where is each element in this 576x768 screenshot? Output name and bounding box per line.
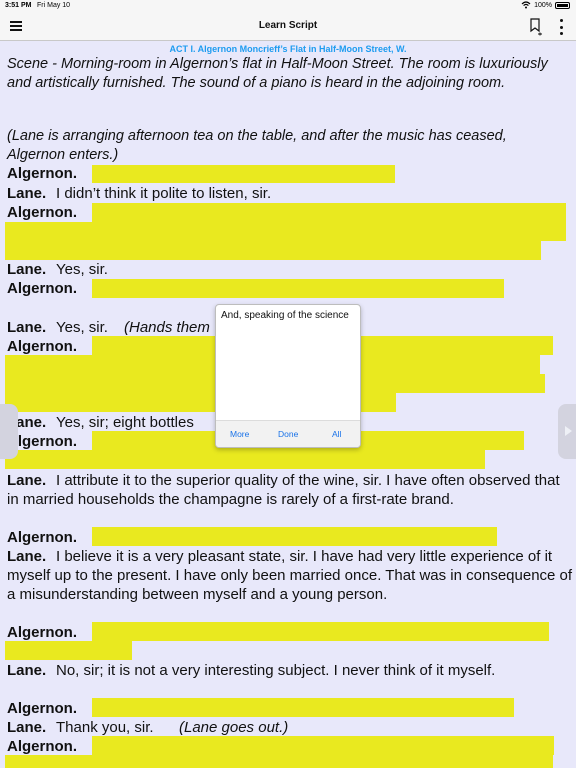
lane-line: I didn’t think it polite to listen, sir.: [56, 185, 272, 202]
hidden-line-highlight[interactable]: [5, 755, 553, 768]
popup-toolbar: More Done All: [216, 420, 360, 447]
status-date: Fri May 10: [37, 2, 71, 9]
popup-revealed-text: And, speaking of the science: [221, 310, 349, 321]
hidden-line-highlight[interactable]: [92, 203, 566, 222]
lane-stage-direction: (Lane goes out.): [179, 719, 289, 736]
all-button[interactable]: All: [332, 429, 341, 439]
hidden-line-highlight[interactable]: [92, 736, 554, 755]
act-title: ACT I. Algernon Moncrieff’s Flat in Half…: [169, 44, 407, 54]
lane-line: No, sir; it is not a very interesting su…: [56, 662, 496, 679]
lane-line: Thank you, sir.: [56, 719, 154, 736]
speaker-algernon: Algernon.: [7, 338, 77, 355]
next-page-tab[interactable]: [558, 404, 576, 459]
hidden-line-highlight[interactable]: [5, 241, 541, 260]
hidden-line-highlight[interactable]: [5, 641, 132, 660]
previous-page-tab[interactable]: [0, 404, 18, 459]
battery-icon: [555, 1, 570, 9]
scene-description: Scene - Morning-room in Algernon’s flat …: [7, 56, 548, 91]
wifi-icon: [521, 1, 531, 9]
more-button[interactable]: More: [230, 429, 249, 439]
hidden-line-highlight[interactable]: [92, 279, 504, 298]
speaker-algernon: Algernon.: [7, 204, 77, 221]
lane-line: Yes, sir.: [56, 319, 108, 336]
lane-line: Yes, sir; eight bottles: [56, 414, 194, 431]
battery-percent: 100%: [534, 1, 552, 9]
lane-line: I attribute it to the superior quality o…: [7, 472, 560, 508]
hidden-line-highlight[interactable]: [92, 698, 514, 717]
speaker-lane: Lane.: [7, 719, 47, 736]
navigation-bar: Learn Script: [0, 12, 576, 41]
status-time: 3:51 PM: [5, 2, 32, 9]
done-button[interactable]: Done: [278, 429, 298, 439]
more-options-icon[interactable]: [559, 19, 563, 35]
hidden-line-highlight[interactable]: [92, 622, 549, 641]
speaker-algernon: Algernon.: [7, 165, 77, 182]
page-title: Learn Script: [258, 20, 318, 31]
speaker-algernon: Algernon.: [7, 738, 77, 755]
lane-line: Yes, sir.: [56, 261, 108, 278]
speaker-lane: Lane.: [7, 261, 47, 278]
lane-line: I believe it is a very pleasant state, s…: [7, 548, 573, 603]
bookmark-icon[interactable]: [529, 18, 543, 36]
hidden-line-highlight[interactable]: [92, 527, 497, 546]
hidden-line-highlight[interactable]: [92, 165, 395, 183]
line-reveal-popup: And, speaking of the science More Done A…: [215, 304, 361, 448]
speaker-lane: Lane.: [7, 319, 47, 336]
stage-direction: (Lane is arranging afternoon tea on the …: [7, 128, 507, 163]
speaker-algernon: Algernon.: [7, 280, 77, 297]
speaker-algernon: Algernon.: [7, 624, 77, 641]
status-right: 100%: [521, 1, 570, 9]
speaker-algernon: Algernon.: [7, 700, 77, 717]
hidden-line-highlight[interactable]: [5, 222, 566, 241]
lane-stage-direction: (Hands them: [124, 319, 210, 336]
speaker-lane: Lane.: [7, 185, 47, 202]
hidden-line-highlight[interactable]: [5, 450, 485, 469]
speaker-algernon: Algernon.: [7, 529, 77, 546]
status-bar: 3:51 PM Fri May 10 100%: [0, 0, 576, 12]
